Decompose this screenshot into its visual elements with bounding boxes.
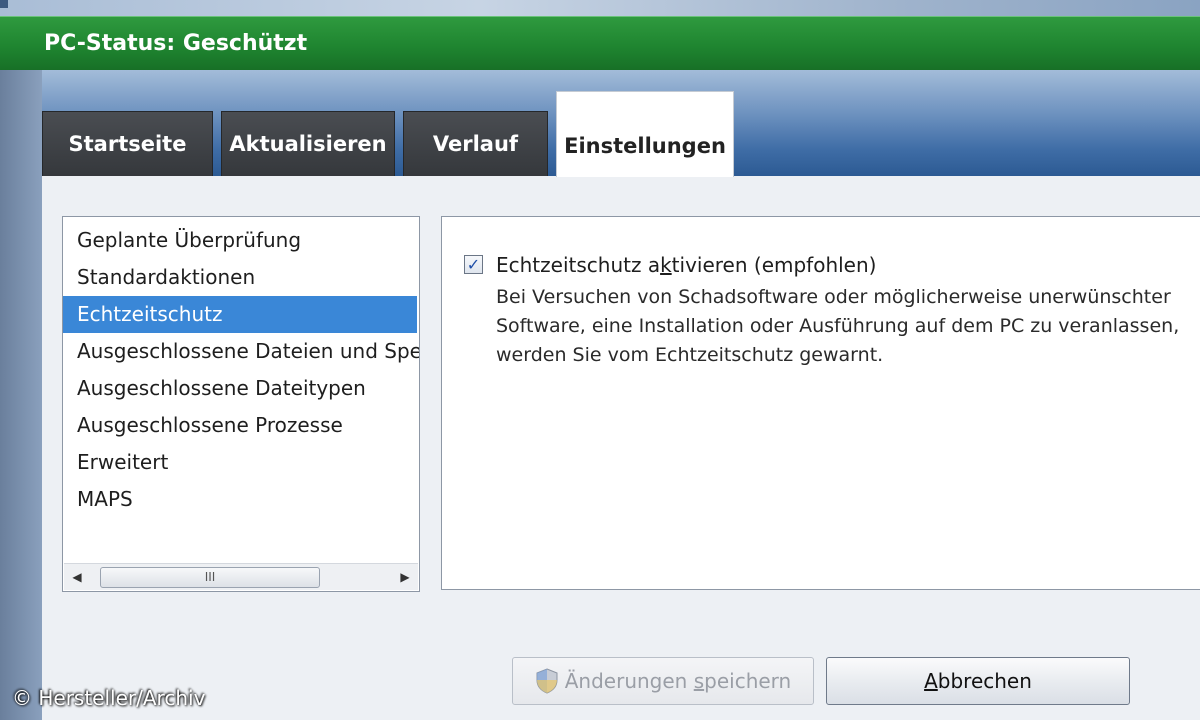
pc-status-text: PC-Status: Geschützt (44, 31, 308, 56)
realtime-protection-description: Bei Versuchen von Schadsoftware oder mög… (496, 286, 1180, 366)
realtime-protection-checkbox[interactable]: ✓ (464, 255, 483, 274)
cancel-button[interactable]: Abbrechen (826, 657, 1130, 705)
nav-item-maps[interactable]: MAPS (63, 481, 419, 518)
horizontal-scrollbar[interactable]: ◀ III ▶ (64, 563, 418, 590)
window-title-strip (0, 0, 1200, 16)
nav-item-ausgeschlossene-prozesse[interactable]: Ausgeschlossene Prozesse (63, 407, 419, 444)
tab-einstellungen[interactable]: Einstellungen (556, 91, 734, 177)
tab-verlauf[interactable]: Verlauf (403, 111, 548, 176)
nav-item-erweitert[interactable]: Erweitert (63, 444, 419, 481)
nav-item-ausgeschlossene-dateitypen[interactable]: Ausgeschlossene Dateitypen (63, 370, 419, 407)
save-changes-label: Änderungen speichern (564, 669, 792, 693)
settings-detail-panel: ✓ Echtzeitschutz aktivieren (empfohlen) … (441, 216, 1200, 590)
copyright-watermark: © Hersteller/Archiv (12, 686, 206, 710)
scroll-right-arrow-icon[interactable]: ▶ (394, 564, 416, 590)
app-icon (0, 0, 8, 8)
nav-item-echtzeitschutz[interactable]: Echtzeitschutz (63, 296, 417, 333)
pc-status-bar: PC-Status: Geschützt (0, 16, 1200, 71)
nav-item-ausgeschlossene-dateien[interactable]: Ausgeschlossene Dateien und Speicherorte (63, 333, 419, 370)
window-left-edge (0, 70, 42, 720)
realtime-protection-label[interactable]: Echtzeitschutz aktivieren (empfohlen) (496, 253, 876, 277)
uac-shield-icon (536, 668, 558, 694)
tab-startseite[interactable]: Startseite (42, 111, 213, 176)
settings-category-list[interactable]: Geplante Überprüfung Standardaktionen Ec… (62, 216, 420, 592)
scroll-left-arrow-icon[interactable]: ◀ (66, 564, 88, 590)
nav-item-standardaktionen[interactable]: Standardaktionen (63, 259, 419, 296)
save-changes-button[interactable]: Änderungen speichern (512, 657, 814, 705)
tab-aktualisieren[interactable]: Aktualisieren (221, 111, 395, 176)
nav-item-geplante-ueberpruefung[interactable]: Geplante Überprüfung (63, 222, 419, 259)
cancel-label: Abbrechen (924, 669, 1032, 693)
scroll-thumb[interactable]: III (100, 567, 320, 588)
